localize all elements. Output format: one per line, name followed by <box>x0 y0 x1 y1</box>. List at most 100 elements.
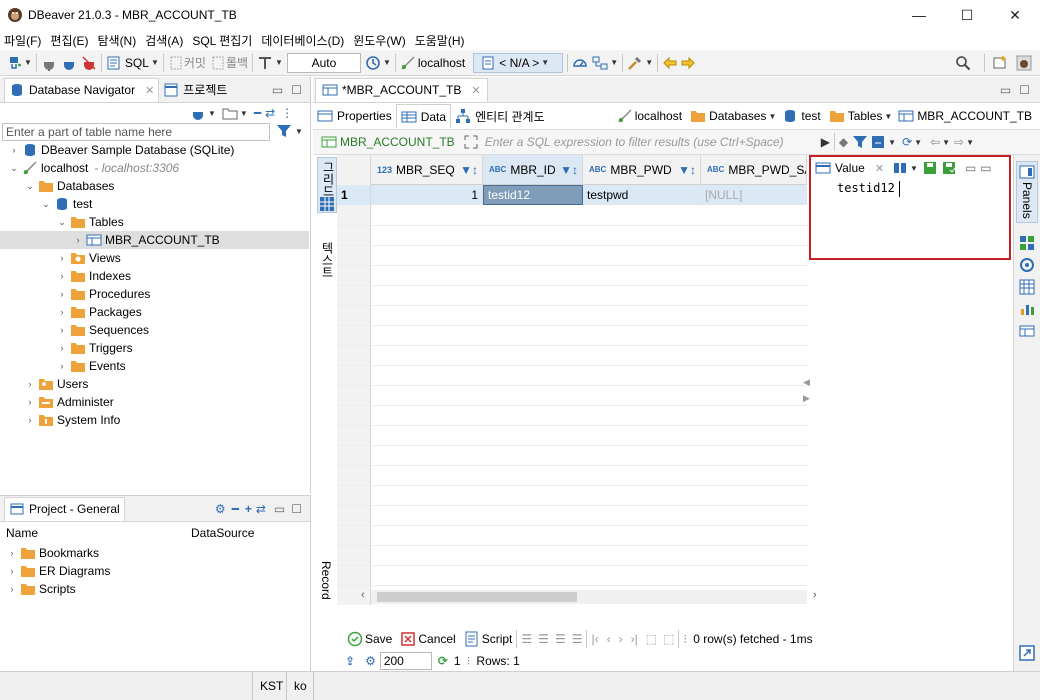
tree-item-indexes[interactable]: › Indexes <box>56 267 132 285</box>
forward-icon[interactable]: ⇨ <box>954 135 964 149</box>
vtab-grid[interactable]: 그리드 <box>317 157 337 213</box>
menu-sql-editor[interactable]: SQL 편집기 <box>192 32 252 49</box>
expand-icon[interactable]: › <box>6 548 18 558</box>
tree-item-test[interactable]: ⌄ test <box>40 195 92 213</box>
commit-button[interactable]: 커밋 <box>184 54 206 71</box>
back-dropdown-icon[interactable]: ▼ <box>942 138 950 147</box>
delete-row-icon[interactable]: ☰ <box>572 632 583 646</box>
copy-row-icon[interactable]: ☰ <box>555 632 566 646</box>
breadcrumb-connection[interactable]: localhost <box>635 109 682 123</box>
dbeaver-perspective-icon[interactable] <box>1016 55 1032 71</box>
navigator-filter-input[interactable]: Enter a part of table name here <box>2 123 270 141</box>
fetch-size-input[interactable]: 200 <box>379 652 432 670</box>
tree-item-dbeaver-sample-database-sqlite[interactable]: › DBeaver Sample Database (SQLite) <box>8 141 235 159</box>
transaction-mode-icon[interactable] <box>257 55 273 71</box>
new-folder-icon[interactable] <box>222 105 238 121</box>
chart-panel-icon[interactable] <box>1019 301 1035 317</box>
row-number[interactable]: 1 <box>337 185 371 205</box>
view-menu-icon[interactable]: ⋮ <box>281 106 293 120</box>
content-viewer-icon[interactable] <box>892 160 908 176</box>
project-item-er-diagrams[interactable]: › ER Diagrams <box>6 562 111 580</box>
subtab-er-diagram[interactable]: 엔티티 관계도 <box>451 104 549 128</box>
back-icon[interactable]: ⇦ <box>930 135 940 149</box>
breadcrumb-databases[interactable]: Databases <box>709 109 766 123</box>
erase-filter-icon[interactable]: ◆ <box>839 135 848 149</box>
maximize-button[interactable]: ☐ <box>944 0 990 30</box>
script-button[interactable]: Script <box>482 632 513 646</box>
menu-search[interactable]: 검색(A) <box>145 32 183 49</box>
filter-table-name[interactable]: MBR_ACCOUNT_TB <box>340 135 455 149</box>
tab-database-navigator[interactable]: Database Navigator ✕ <box>4 77 160 102</box>
tree-item-users[interactable]: › Users <box>24 375 89 393</box>
expand-icon[interactable]: › <box>8 145 20 155</box>
grid-cell-mbr-pwd-sa[interactable]: [NULL] <box>701 185 807 205</box>
new-connection-dropdown-icon[interactable]: ▼ <box>208 109 216 118</box>
first-page-icon[interactable]: |‹ <box>591 632 598 646</box>
menu-file[interactable]: 파일(F) <box>4 32 41 49</box>
vtab-record[interactable]: Record <box>317 557 337 617</box>
column-header-name[interactable]: Name <box>6 526 38 540</box>
active-connection-selector[interactable]: localhost <box>418 56 465 70</box>
menu-navigate[interactable]: 탐색(N) <box>97 32 136 49</box>
tree-item-procedures[interactable]: › Procedures <box>56 285 151 303</box>
scroll-right-icon[interactable]: › <box>813 589 817 601</box>
maximize-panel-icon[interactable]: ☐ <box>291 502 302 516</box>
tools-icon[interactable] <box>627 55 643 71</box>
breadcrumb-database[interactable]: test <box>801 109 820 123</box>
grid-cell-mbr-id[interactable]: testid12 <box>483 185 583 205</box>
menu-window[interactable]: 윈도우(W) <box>353 32 405 49</box>
close-tab-icon[interactable]: ✕ <box>471 84 480 97</box>
history-icon[interactable] <box>365 55 381 71</box>
er-diagram-icon[interactable] <box>592 55 608 71</box>
panel-splitter-icon[interactable]: ◀ <box>803 377 810 388</box>
maximize-panel-icon[interactable]: ☐ <box>291 83 302 97</box>
configure-icon[interactable]: ⚙ <box>215 502 226 516</box>
new-folder-dropdown-icon[interactable]: ▼ <box>240 109 248 118</box>
tab-projects[interactable]: 프로젝트 <box>159 78 231 102</box>
scroll-left-icon[interactable]: ‹ <box>361 589 365 601</box>
sort-filter-icon[interactable]: ▼↕ <box>678 163 696 177</box>
link-with-editor-icon[interactable]: ⇄ <box>265 106 275 120</box>
expand-icon[interactable]: › <box>6 584 18 594</box>
invalidate-icon[interactable] <box>61 55 77 71</box>
active-schema-selector[interactable]: < N/A > ▼ <box>473 52 564 73</box>
close-window-button[interactable]: ✕ <box>992 0 1038 30</box>
tools-dropdown-icon[interactable]: ▼ <box>645 58 653 67</box>
content-viewer-dropdown-icon[interactable]: ▼ <box>910 164 918 173</box>
filter-expression-input[interactable]: Enter a SQL expression to filter results… <box>485 135 815 149</box>
history-dropdown-icon[interactable]: ▼ <box>383 58 391 67</box>
tree-item-administer[interactable]: › Administer <box>24 393 114 411</box>
minimize-panel-icon[interactable]: ▭ <box>274 502 285 516</box>
grouping-panel-icon[interactable] <box>1019 257 1035 273</box>
new-connection-icon[interactable] <box>190 105 206 121</box>
er-diagram-dropdown-icon[interactable]: ▼ <box>610 58 618 67</box>
open-perspective-icon[interactable] <box>992 55 1008 71</box>
cancel-button[interactable]: Cancel <box>418 632 455 646</box>
expand-icon[interactable]: › <box>56 307 68 317</box>
sql-dropdown-icon[interactable]: ▼ <box>151 58 159 67</box>
navigate-back-icon[interactable] <box>662 55 678 71</box>
expand-icon[interactable]: › <box>56 289 68 299</box>
refresh-dropdown-icon[interactable]: ▼ <box>914 138 922 147</box>
grid-cell-mbr-pwd[interactable]: testpwd <box>583 185 701 205</box>
edit-row-icon[interactable]: ☰ <box>521 632 532 646</box>
horizontal-scrollbar[interactable]: ‹ › <box>361 589 817 604</box>
tree-item-views[interactable]: › Views <box>56 249 121 267</box>
expand-icon[interactable]: › <box>56 325 68 335</box>
breadcrumb-dropdown-icon[interactable]: ▼ <box>768 112 776 121</box>
commit-icon[interactable] <box>168 55 184 71</box>
search-icon[interactable] <box>955 55 971 71</box>
expand-icon[interactable]: › <box>56 271 68 281</box>
connect-icon[interactable] <box>41 55 57 71</box>
menu-database[interactable]: 데이터베이스(D) <box>261 32 344 49</box>
scrollbar-thumb[interactable] <box>377 592 577 602</box>
tab-project-general[interactable]: Project - General <box>4 496 125 521</box>
filter-icon[interactable] <box>852 134 868 150</box>
link-icon[interactable]: ⇄ <box>256 502 266 516</box>
metadata-panel-icon[interactable] <box>1019 235 1035 251</box>
tree-item-events[interactable]: › Events <box>56 357 126 375</box>
transaction-mode-dropdown-icon[interactable]: ▼ <box>275 58 283 67</box>
sql-editor-icon[interactable] <box>106 55 122 71</box>
next-page-icon[interactable]: › <box>619 632 623 646</box>
menu-help[interactable]: 도움말(H) <box>415 32 465 49</box>
